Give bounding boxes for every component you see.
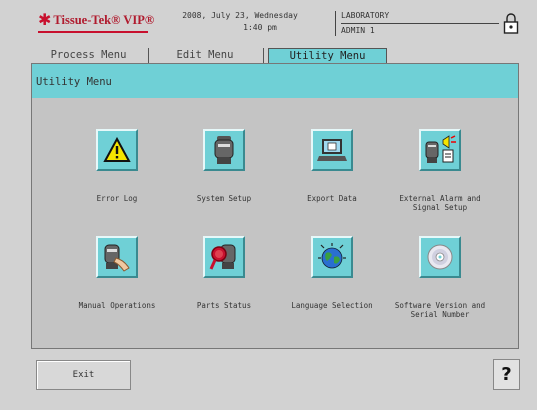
language-selection-button[interactable] — [311, 236, 353, 278]
hand-icon — [104, 244, 130, 272]
external-alarm-label: External Alarm and Signal Setup — [399, 194, 481, 212]
tab-edit-menu[interactable]: Edit Menu — [155, 48, 255, 63]
tissue-tek-logo: ✱ Tissue-Tek® VIP® — [38, 12, 154, 28]
language-selection-label: Language Selection — [291, 301, 373, 310]
user-info: LABORATORY ADMIN 1 — [335, 9, 500, 38]
warning-icon — [103, 137, 131, 162]
parts-status-label: Parts Status — [196, 301, 252, 310]
laptop-icon — [317, 139, 347, 161]
utility-menu-screen: ✱ Tissue-Tek® VIP® 2008, July 23, Wednes… — [0, 0, 537, 410]
globe-icon — [318, 243, 346, 269]
export-data-label: Export Data — [307, 194, 357, 203]
logo-underline — [38, 31, 148, 33]
location-label: LABORATORY — [341, 11, 390, 20]
system-setup-label: System Setup — [196, 194, 252, 203]
cd-icon — [427, 244, 453, 270]
parts-status-button[interactable] — [203, 236, 245, 278]
help-button[interactable]: ? — [493, 359, 520, 390]
export-data-button[interactable] — [311, 129, 353, 171]
software-version-label: Software Version and Serial Number — [394, 301, 486, 319]
tab-utility-menu[interactable]: Utility Menu — [268, 48, 387, 64]
date-time-display: 2008, July 23, Wednesday 1:40 pm — [180, 10, 300, 34]
time-text: 1:40 pm — [243, 23, 277, 32]
lock-icon[interactable] — [503, 13, 519, 35]
user-label: ADMIN 1 — [341, 26, 375, 35]
manual-operations-button[interactable] — [96, 236, 138, 278]
tab-process-menu[interactable]: Process Menu — [35, 48, 142, 63]
logo-text: Tissue-Tek® VIP® — [53, 12, 155, 27]
error-log-button[interactable] — [96, 129, 138, 171]
star-logo-icon: ✱ — [38, 10, 52, 29]
manual-operations-label: Manual Operations — [78, 301, 156, 310]
exit-button[interactable]: Exit — [36, 360, 131, 390]
date-text: 2008, July 23, Wednesday — [182, 11, 298, 20]
system-setup-button[interactable] — [203, 129, 245, 171]
external-alarm-button[interactable] — [419, 129, 461, 171]
utility-menu-panel: Utility Menu Error Log System Setup Expo… — [31, 63, 519, 349]
panel-header: Utility Menu — [32, 64, 518, 98]
processor-icon — [214, 136, 234, 164]
page-title: Utility Menu — [36, 76, 112, 88]
magnifier-icon — [209, 244, 236, 270]
error-log-label: Error Log — [96, 194, 138, 203]
software-version-button[interactable] — [419, 236, 461, 278]
alarm-icon — [425, 135, 456, 163]
